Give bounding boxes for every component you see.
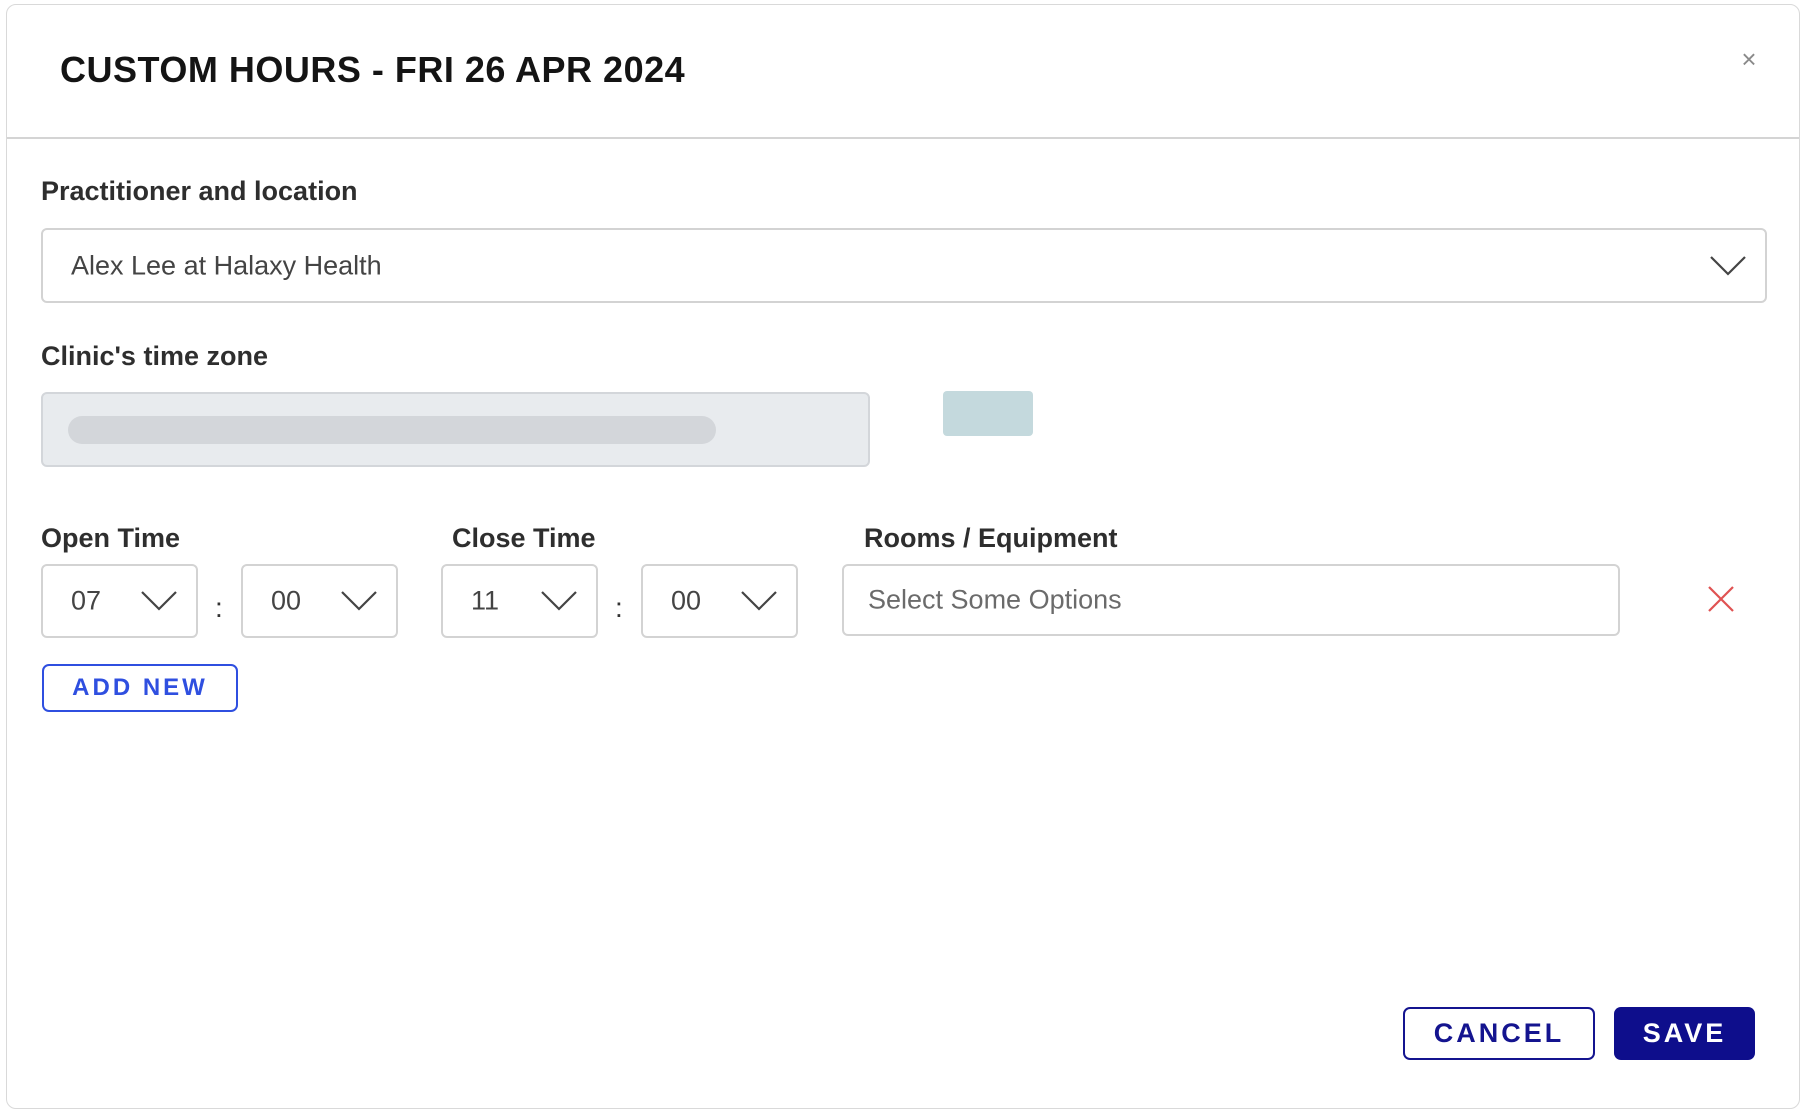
close-time-label: Close Time — [452, 523, 596, 553]
chevron-down-icon — [141, 591, 177, 611]
add-new-button[interactable]: ADD NEW — [42, 664, 238, 712]
chevron-down-icon — [541, 591, 577, 611]
close-icon[interactable]: × — [1735, 45, 1763, 73]
cancel-button[interactable]: CANCEL — [1403, 1007, 1595, 1060]
timezone-label: Clinic's time zone — [41, 341, 268, 371]
chevron-down-icon — [741, 591, 777, 611]
open-minute-select[interactable]: 00 — [241, 564, 398, 638]
save-button[interactable]: SAVE — [1614, 1007, 1755, 1060]
chevron-down-icon — [341, 591, 377, 611]
open-hour-value: 07 — [71, 585, 102, 616]
practitioner-label: Practitioner and location — [41, 176, 358, 206]
custom-hours-modal: CUSTOM HOURS - FRI 26 APR 2024 × — [6, 4, 1800, 1109]
close-hour-select[interactable]: 11 — [441, 564, 598, 638]
timezone-loading-button — [943, 391, 1033, 436]
open-minute-value: 00 — [271, 585, 302, 616]
rooms-placeholder: Select Some Options — [868, 584, 1122, 615]
modal-title: CUSTOM HOURS - FRI 26 APR 2024 — [60, 49, 686, 90]
open-hour-select[interactable]: 07 — [41, 564, 198, 638]
close-minute-select[interactable]: 00 — [641, 564, 798, 638]
chevron-down-icon — [1710, 255, 1746, 276]
practitioner-selected-value: Alex Lee at Halaxy Health — [71, 250, 382, 280]
open-time-separator: : — [215, 592, 223, 623]
rooms-label: Rooms / Equipment — [864, 523, 1118, 553]
timezone-field — [41, 392, 870, 467]
close-time-separator: : — [615, 592, 623, 623]
open-time-label: Open Time — [41, 523, 181, 553]
rooms-multiselect[interactable]: Select Some Options — [842, 564, 1620, 636]
close-hour-value: 11 — [471, 585, 500, 616]
close-minute-value: 00 — [671, 585, 702, 616]
remove-icon[interactable] — [1706, 584, 1736, 614]
practitioner-select[interactable]: Alex Lee at Halaxy Health — [41, 228, 1767, 303]
timezone-loading-placeholder — [68, 416, 716, 444]
modal-header: CUSTOM HOURS - FRI 26 APR 2024 × — [7, 5, 1799, 139]
